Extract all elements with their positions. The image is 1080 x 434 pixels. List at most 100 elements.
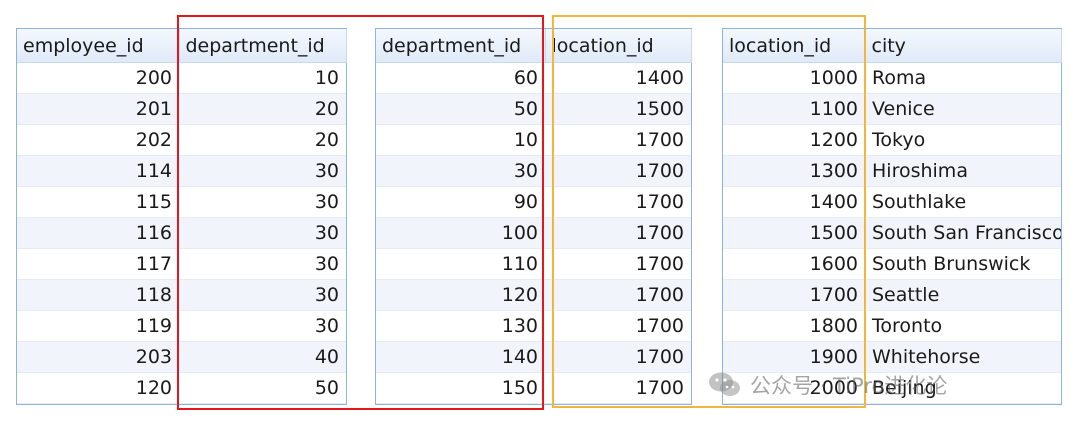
table-row[interactable]: 140 1700 [376,341,691,373]
table-row[interactable]: 118 30 [17,279,346,311]
table-row[interactable]: 116 30 [17,217,346,249]
cell-location-id[interactable]: 1200 [723,124,865,156]
cell-location-id[interactable]: 1700 [545,341,691,373]
cell-location-id[interactable]: 1400 [545,62,691,94]
cell-location-id[interactable]: 1700 [545,310,691,342]
cell-location-id[interactable]: 1100 [723,93,865,125]
table-row[interactable]: 120 50 [17,372,346,404]
table-row[interactable]: 120 1700 [376,279,691,311]
column-header-location-id[interactable]: location_id [723,29,866,63]
table-row[interactable]: 110 1700 [376,248,691,280]
cell-department-id[interactable]: 10 [376,124,545,156]
cell-location-id[interactable]: 1000 [723,62,865,94]
table-row[interactable]: 1200 Tokyo [723,124,1061,156]
table-row[interactable]: 1700 Seattle [723,279,1061,311]
cell-location-id[interactable]: 1700 [723,279,865,311]
table-row[interactable]: 117 30 [17,248,346,280]
table-row[interactable]: 202 20 [17,124,346,156]
cell-location-id[interactable]: 1500 [545,93,691,125]
table-row[interactable]: 50 1500 [376,93,691,125]
cell-department-id[interactable]: 20 [179,93,346,125]
cell-city[interactable]: Hiroshima [865,155,1061,187]
cell-department-id[interactable]: 30 [179,279,346,311]
table-row[interactable]: 1100 Venice [723,93,1061,125]
cell-department-id[interactable]: 100 [376,217,545,249]
cell-location-id[interactable]: 1700 [545,372,691,404]
cell-department-id[interactable]: 30 [179,155,346,187]
cell-department-id[interactable]: 50 [376,93,545,125]
cell-employee-id[interactable]: 114 [17,155,179,187]
cell-location-id[interactable]: 1900 [723,341,865,373]
table-row[interactable]: 1600 South Brunswick [723,248,1061,280]
cell-city[interactable]: Whitehorse [865,341,1061,373]
column-header-city[interactable]: city [865,29,1062,63]
cell-location-id[interactable]: 1700 [545,186,691,218]
cell-location-id[interactable]: 1800 [723,310,865,342]
cell-location-id[interactable]: 1700 [545,279,691,311]
table-row[interactable]: 201 20 [17,93,346,125]
table-row[interactable]: 1900 Whitehorse [723,341,1061,373]
cell-employee-id[interactable]: 118 [17,279,179,311]
cell-department-id[interactable]: 30 [179,310,346,342]
table-row[interactable]: 1000 Roma [723,62,1061,94]
table-row[interactable]: 114 30 [17,155,346,187]
cell-department-id[interactable]: 30 [179,248,346,280]
table-row[interactable]: 115 30 [17,186,346,218]
cell-location-id[interactable]: 1700 [545,248,691,280]
table-row[interactable]: 1500 South San Francisco [723,217,1061,249]
cell-department-id[interactable]: 90 [376,186,545,218]
table-row[interactable]: 203 40 [17,341,346,373]
column-header-employee-id[interactable]: employee_id [17,29,180,63]
table-row[interactable]: 60 1400 [376,62,691,94]
cell-department-id[interactable]: 40 [179,341,346,373]
cell-department-id[interactable]: 130 [376,310,545,342]
table-row[interactable]: 200 10 [17,62,346,94]
cell-department-id[interactable]: 110 [376,248,545,280]
cell-department-id[interactable]: 30 [179,217,346,249]
cell-department-id[interactable]: 150 [376,372,545,404]
cell-employee-id[interactable]: 116 [17,217,179,249]
cell-city[interactable]: Beijing [865,372,1061,404]
cell-location-id[interactable]: 1400 [723,186,865,218]
cell-department-id[interactable]: 140 [376,341,545,373]
table-row[interactable]: 2000 Beijing [723,372,1061,404]
cell-employee-id[interactable]: 115 [17,186,179,218]
table-row[interactable]: 1300 Hiroshima [723,155,1061,187]
cell-employee-id[interactable]: 200 [17,62,179,94]
cell-city[interactable]: Tokyo [865,124,1061,156]
cell-city[interactable]: South Brunswick [865,248,1061,280]
cell-city[interactable]: Toronto [865,310,1061,342]
cell-department-id[interactable]: 60 [376,62,545,94]
cell-department-id[interactable]: 30 [376,155,545,187]
column-header-location-id[interactable]: location_id [545,29,692,63]
table-row[interactable]: 30 1700 [376,155,691,187]
cell-location-id[interactable]: 1300 [723,155,865,187]
table-row[interactable]: 119 30 [17,310,346,342]
cell-department-id[interactable]: 20 [179,124,346,156]
cell-city[interactable]: Roma [865,62,1061,94]
cell-department-id[interactable]: 50 [179,372,346,404]
cell-location-id[interactable]: 1700 [545,155,691,187]
cell-employee-id[interactable]: 120 [17,372,179,404]
table-row[interactable]: 100 1700 [376,217,691,249]
cell-location-id[interactable]: 1700 [545,124,691,156]
cell-location-id[interactable]: 2000 [723,372,865,404]
table-row[interactable]: 1400 Southlake [723,186,1061,218]
cell-employee-id[interactable]: 202 [17,124,179,156]
table-row[interactable]: 90 1700 [376,186,691,218]
table-row[interactable]: 130 1700 [376,310,691,342]
cell-employee-id[interactable]: 203 [17,341,179,373]
cell-department-id[interactable]: 30 [179,186,346,218]
cell-city[interactable]: Venice [865,93,1061,125]
column-header-department-id[interactable]: department_id [376,29,546,63]
cell-employee-id[interactable]: 119 [17,310,179,342]
cell-department-id[interactable]: 10 [179,62,346,94]
cell-city[interactable]: Seattle [865,279,1061,311]
cell-city[interactable]: Southlake [865,186,1061,218]
cell-city[interactable]: South San Francisco [865,217,1061,249]
table-row[interactable]: 10 1700 [376,124,691,156]
cell-location-id[interactable]: 1700 [545,217,691,249]
cell-employee-id[interactable]: 201 [17,93,179,125]
cell-location-id[interactable]: 1600 [723,248,865,280]
cell-location-id[interactable]: 1500 [723,217,865,249]
